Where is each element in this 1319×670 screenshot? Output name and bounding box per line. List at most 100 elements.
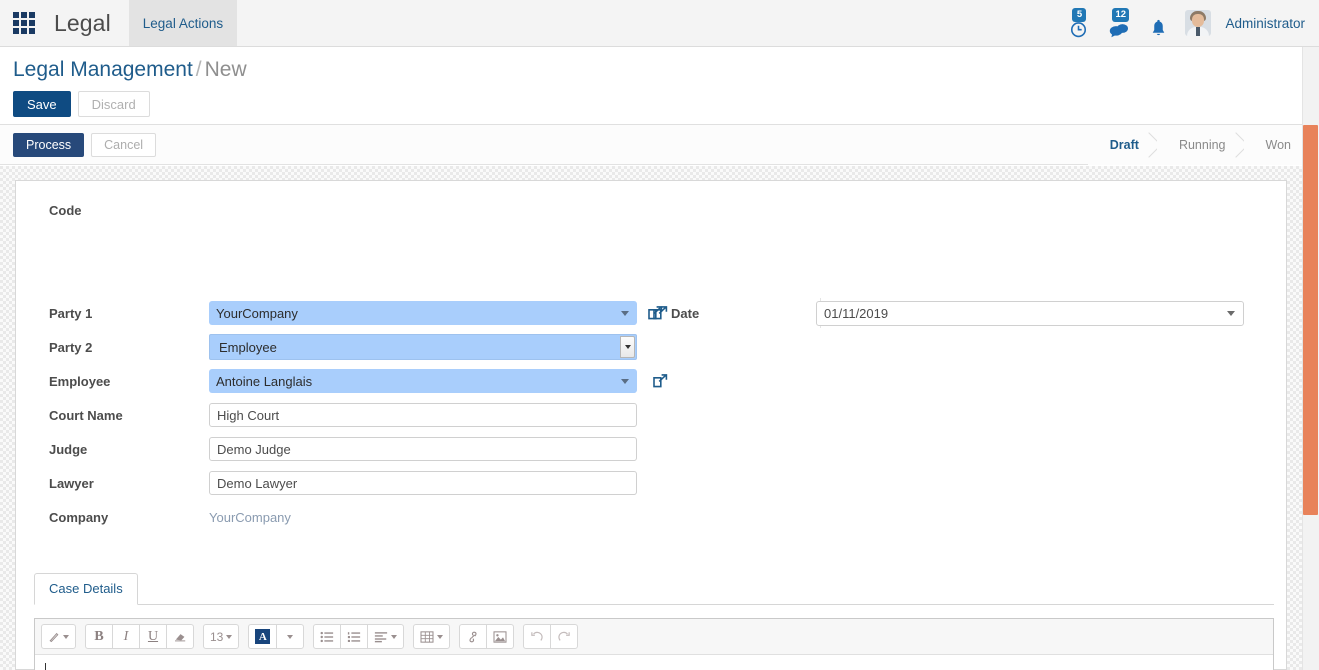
chevron-down-icon xyxy=(63,634,69,639)
link-button[interactable] xyxy=(459,624,488,649)
unordered-list-button[interactable] xyxy=(313,624,342,649)
field-label-employee: Employee xyxy=(49,373,111,389)
judge-input[interactable] xyxy=(209,437,637,461)
chevron-down-icon xyxy=(226,634,233,639)
sheet-background: Code Party 1 YourCompany Party 2 Employe… xyxy=(0,166,1319,670)
employee-select[interactable]: Antoine Langlais xyxy=(209,369,637,393)
external-link-icon xyxy=(653,374,668,388)
field-company: Company YourCompany xyxy=(49,500,1259,534)
chevron-down-icon[interactable] xyxy=(620,336,635,358)
chevron-down-icon xyxy=(437,634,444,639)
tab-case-details[interactable]: Case Details xyxy=(34,573,138,605)
chevron-down-icon xyxy=(1227,311,1235,316)
style-picker-button[interactable] xyxy=(41,624,76,649)
field-control-party2: Employee xyxy=(209,334,637,360)
field-control-company: YourCompany xyxy=(209,510,637,525)
form-left-column: Party 1 YourCompany Party 2 Employee Emp… xyxy=(49,296,1259,534)
table-button[interactable] xyxy=(413,624,451,649)
toolbar-group-lists xyxy=(313,624,405,649)
field-label-company: Company xyxy=(49,509,109,525)
save-button[interactable]: Save xyxy=(13,91,71,117)
breadcrumb-root[interactable]: Legal Management xyxy=(13,58,193,81)
messages-button[interactable]: 12 xyxy=(1105,8,1131,38)
undo-icon xyxy=(531,631,544,641)
date-input[interactable]: 01/11/2019 xyxy=(816,300,1244,326)
status-stage-draft[interactable]: Draft xyxy=(1087,125,1157,165)
field-employee: Employee Antoine Langlais xyxy=(49,364,1259,398)
picture-button[interactable] xyxy=(486,624,515,649)
avatar[interactable] xyxy=(1185,10,1212,36)
image-icon xyxy=(493,630,507,643)
navbar-right: 5 12 Administrator xyxy=(1065,0,1319,46)
apps-grid-icon xyxy=(13,12,35,34)
paragraph-align-button[interactable] xyxy=(367,624,405,649)
eraser-icon xyxy=(174,634,185,642)
editor-content[interactable] xyxy=(35,655,1273,670)
avatar-face xyxy=(1192,14,1205,27)
activities-button[interactable]: 5 xyxy=(1065,8,1091,38)
field-label-party1: Party 1 xyxy=(49,305,93,321)
link-icon xyxy=(469,631,477,642)
party1-select[interactable]: YourCompany xyxy=(209,301,637,325)
field-party2: Party 2 Employee xyxy=(49,330,1259,364)
brand-title[interactable]: Legal xyxy=(48,0,129,46)
discard-button[interactable]: Discard xyxy=(77,91,150,117)
cancel-button[interactable]: Cancel xyxy=(91,133,157,157)
undo-button[interactable] xyxy=(523,624,552,649)
field-label-judge: Judge xyxy=(49,441,88,457)
table-icon xyxy=(420,630,434,643)
font-color-button[interactable]: A xyxy=(248,624,278,649)
status-stage-won[interactable]: Won xyxy=(1243,125,1309,165)
font-size-button[interactable]: 13 xyxy=(203,624,240,649)
redo-button[interactable] xyxy=(550,624,579,649)
page-scrollbar-track[interactable] xyxy=(1302,47,1319,670)
company-value: YourCompany xyxy=(209,509,291,525)
redo-icon xyxy=(558,631,571,641)
lawyer-input[interactable] xyxy=(209,471,637,495)
field-date: Date 01/11/2019 xyxy=(647,296,1244,330)
user-menu[interactable]: Administrator xyxy=(1225,16,1305,31)
rich-text-editor: B I U 13 A xyxy=(34,618,1274,670)
clear-format-button[interactable] xyxy=(166,624,194,649)
party2-value: Employee xyxy=(219,339,277,355)
field-label-party2: Party 2 xyxy=(49,339,93,355)
form-right-column: Date 01/11/2019 xyxy=(647,296,1244,330)
italic-button[interactable]: I xyxy=(112,624,140,649)
ordered-list-button[interactable] xyxy=(340,624,369,649)
party2-select[interactable]: Employee xyxy=(209,334,637,360)
chevron-down-icon xyxy=(621,311,629,316)
notebook: Case Details B I U 13 A xyxy=(34,573,1274,670)
form-sheet: Code Party 1 YourCompany Party 2 Employe… xyxy=(15,180,1287,670)
font-color-dropdown-button[interactable] xyxy=(276,624,305,649)
underline-button[interactable]: U xyxy=(139,624,167,649)
page-scrollbar-thumb[interactable] xyxy=(1303,125,1318,515)
chevron-down-icon xyxy=(621,379,629,384)
field-control-court-name xyxy=(209,403,637,427)
field-control-employee: Antoine Langlais xyxy=(209,369,637,393)
notifications-button[interactable] xyxy=(1145,8,1171,38)
status-stages: Draft Running Won xyxy=(1087,125,1309,165)
pen-icon xyxy=(49,632,59,642)
process-button[interactable]: Process xyxy=(13,133,85,157)
bullet-list-icon xyxy=(320,631,334,642)
employee-external-link-button[interactable] xyxy=(652,373,668,389)
breadcrumb-current: New xyxy=(204,58,247,81)
court-name-input[interactable] xyxy=(209,403,637,427)
field-control-judge xyxy=(209,437,637,461)
numbered-list-icon xyxy=(348,631,361,642)
field-control-party1: YourCompany xyxy=(209,301,637,325)
messages-badge: 12 xyxy=(1112,8,1130,22)
record-actions: Save Discard xyxy=(13,91,150,117)
apps-menu-button[interactable] xyxy=(0,0,48,46)
status-stage-running[interactable]: Running xyxy=(1156,125,1244,165)
field-court-name: Court Name xyxy=(49,398,1259,432)
date-value: 01/11/2019 xyxy=(824,305,889,321)
field-label-court-name: Court Name xyxy=(49,407,123,423)
menu-item-legal-actions[interactable]: Legal Actions xyxy=(128,0,238,46)
field-label-code: Code xyxy=(49,203,82,218)
field-judge: Judge xyxy=(49,432,1259,466)
bold-button[interactable]: B xyxy=(85,624,113,649)
breadcrumb: Legal Management / New xyxy=(13,58,247,82)
date-external-link-button[interactable] xyxy=(647,305,663,321)
toolbar-group-color: A xyxy=(248,624,305,649)
